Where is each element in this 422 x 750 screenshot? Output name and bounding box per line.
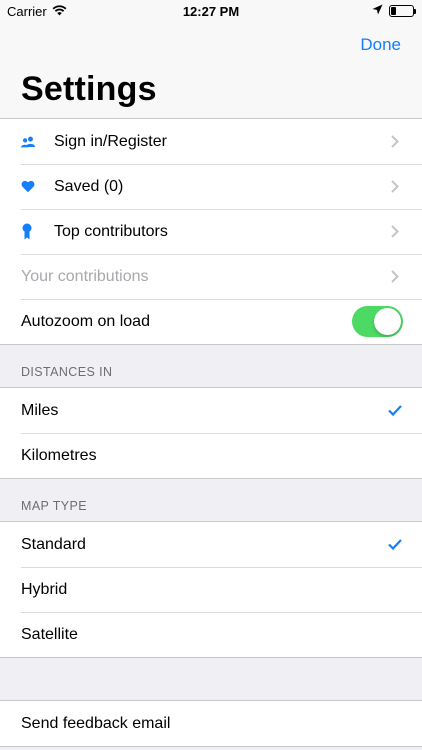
send-feedback-row[interactable]: Send feedback email [0, 701, 422, 746]
hybrid-label: Hybrid [21, 580, 68, 598]
status-right [372, 3, 416, 18]
kilometres-label: Kilometres [21, 446, 97, 464]
option-satellite[interactable]: Satellite [0, 612, 422, 657]
status-bar: Carrier 12:27 PM [0, 0, 422, 22]
chevron-right-icon [380, 270, 410, 283]
account-group: Sign in/Register Saved (0) Top contribut… [0, 119, 422, 345]
standard-label: Standard [21, 535, 86, 553]
sign-in-row[interactable]: Sign in/Register [0, 119, 422, 164]
top-contributors-label: Top contributors [54, 222, 168, 240]
checkmark-icon [380, 405, 410, 416]
autozoom-label: Autozoom on load [21, 312, 150, 330]
heart-icon [0, 179, 35, 194]
toggle-knob [374, 308, 401, 335]
checkmark-icon [380, 539, 410, 550]
header-area: Carrier 12:27 PM Done Settings [0, 0, 422, 119]
map-type-group: Standard Hybrid Satellite [0, 521, 422, 658]
feedback-group: Send feedback email [0, 700, 422, 747]
done-button[interactable]: Done [360, 35, 401, 55]
chevron-right-icon [380, 135, 410, 148]
option-standard[interactable]: Standard [0, 522, 422, 567]
sign-in-label: Sign in/Register [54, 132, 167, 150]
battery-tip [414, 8, 416, 14]
distances-group: Miles Kilometres [0, 387, 422, 479]
battery-fill [391, 6, 397, 15]
users-icon [0, 135, 35, 149]
ribbon-icon [0, 223, 35, 240]
top-contributors-row[interactable]: Top contributors [0, 209, 422, 254]
battery-icon [389, 4, 416, 17]
your-contributions-label: Your contributions [21, 267, 149, 285]
map-type-header: MAP TYPE [21, 499, 87, 513]
chevron-right-icon [380, 180, 410, 193]
miles-label: Miles [21, 401, 59, 419]
location-arrow-icon [372, 3, 383, 18]
saved-label: Saved (0) [54, 177, 124, 195]
chevron-right-icon [380, 225, 410, 238]
status-time: 12:27 PM [182, 4, 240, 19]
page-title: Settings [21, 70, 157, 108]
option-miles[interactable]: Miles [0, 388, 422, 433]
autozoom-toggle[interactable] [352, 306, 403, 337]
your-contributions-row[interactable]: Your contributions [0, 254, 422, 299]
autozoom-row: Autozoom on load [0, 299, 422, 344]
saved-row[interactable]: Saved (0) [0, 164, 422, 209]
satellite-label: Satellite [21, 625, 78, 643]
send-feedback-label: Send feedback email [21, 714, 171, 732]
option-kilometres[interactable]: Kilometres [0, 433, 422, 478]
option-hybrid[interactable]: Hybrid [0, 567, 422, 612]
distances-header: DISTANCES IN [21, 365, 113, 379]
